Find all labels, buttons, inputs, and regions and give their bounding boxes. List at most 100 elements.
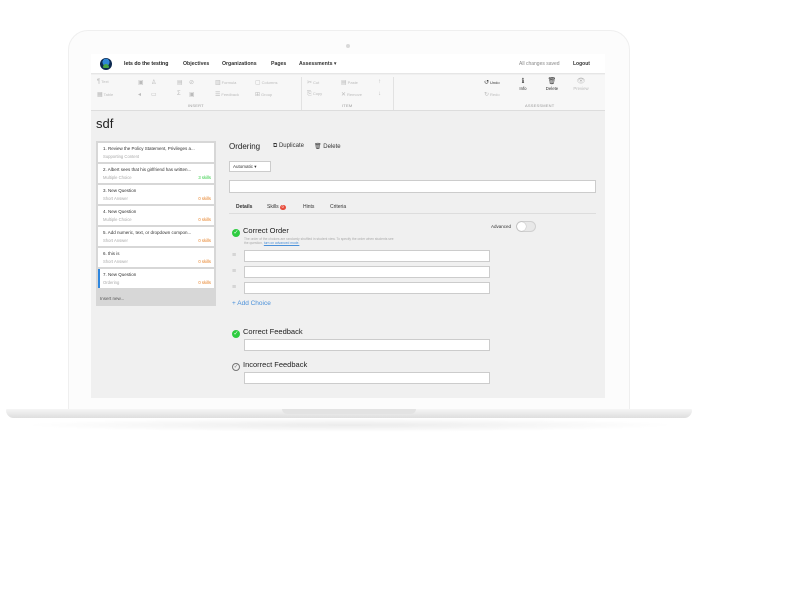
feedback-icon: ☰	[215, 92, 221, 98]
brand-title[interactable]: lets do the testing	[124, 61, 168, 67]
logout-link[interactable]: Logout	[573, 61, 590, 67]
question-type-title: Ordering	[229, 142, 261, 151]
list-item[interactable]: 1. Review the Policy Statement, Privileg…	[98, 143, 214, 162]
undo-icon: ↺	[484, 80, 490, 86]
page-title[interactable]: sdf	[96, 116, 113, 131]
insert-columns[interactable]: ▢Columns	[255, 79, 277, 86]
insert-audio[interactable]: ⊘	[189, 79, 195, 86]
nav-organizations[interactable]: Organizations	[222, 61, 257, 67]
tab-criteria[interactable]: Criteria	[330, 204, 346, 210]
check-outline-icon: ✓	[232, 363, 240, 371]
app-screen: lets do the testing Objectives Organizat…	[91, 54, 605, 398]
list-item[interactable]: 6. this is Short Answer 0 skills	[98, 248, 214, 267]
duplicate-button[interactable]: ⧉ Duplicate	[273, 143, 304, 150]
tab-details[interactable]: Details	[236, 204, 252, 210]
formula-icon: ▥	[215, 80, 221, 86]
advanced-mode-link[interactable]: turn on advanced mode.	[264, 241, 300, 245]
logo-icon[interactable]	[100, 58, 112, 70]
check-circle-icon: ✓	[232, 330, 240, 338]
header-icon: ▣	[138, 80, 144, 86]
skills-count: 0 skills	[198, 259, 211, 264]
redo-icon: ↻	[484, 92, 490, 98]
check-circle-icon: ✓	[232, 229, 240, 237]
drag-handle-icon[interactable]: ≡	[232, 268, 242, 276]
undo-button[interactable]: ↺Undo	[484, 79, 500, 86]
correct-order-heading: ✓ Correct Order	[232, 226, 289, 237]
group-icon: ⊞	[255, 92, 261, 98]
toolbar: ¶Text ▦Table ▣ ♙ ◂ ▭ ▤ ⊘ Σ ▣ ▥Formula ▢C…	[91, 75, 605, 111]
add-choice-button[interactable]: + Add Choice	[232, 300, 271, 307]
correct-feedback-input[interactable]	[244, 339, 490, 351]
choice-input[interactable]	[244, 282, 490, 294]
delete-question-button[interactable]: 🗑 Delete	[314, 143, 341, 150]
insert-feedback[interactable]: ☰Feedback	[215, 91, 239, 98]
arrow-down-icon: ↓	[378, 91, 381, 97]
text-icon: ¶	[97, 79, 101, 85]
insert-formula[interactable]: ▥Formula	[215, 79, 236, 86]
paste-icon: ▤	[341, 80, 347, 86]
insert-paragraph[interactable]: ♙	[151, 79, 157, 86]
choice-input[interactable]	[244, 250, 490, 262]
nav-objectives[interactable]: Objectives	[183, 61, 209, 67]
insert-text[interactable]: ¶Text	[97, 79, 109, 85]
choice-input[interactable]	[244, 266, 490, 278]
group-label-insert: INSERT	[188, 103, 204, 108]
insert-new-link[interactable]: Insert new...	[100, 296, 124, 301]
skills-count: 0 skills	[198, 280, 211, 285]
list-item[interactable]: 3. New Question Short Answer 0 skills	[98, 185, 214, 204]
cut-button[interactable]: ✂Cut	[307, 79, 319, 86]
save-status: All changes saved	[519, 61, 560, 67]
image-icon: ▤	[177, 80, 183, 86]
remove-button[interactable]: ✕Remove	[341, 91, 362, 98]
question-body-input[interactable]	[229, 180, 596, 193]
preview-button[interactable]: 👁 Preview	[571, 78, 591, 91]
nav-assessments[interactable]: Assessments ▾	[299, 61, 337, 67]
delete-assessment-button[interactable]: 🗑 Delete	[543, 78, 561, 91]
link-icon: ▭	[151, 92, 157, 98]
skills-count: 0 skills	[198, 217, 211, 222]
audio-icon: ⊘	[189, 80, 195, 86]
info-button[interactable]: ℹ Info	[516, 78, 530, 91]
tab-skills[interactable]: Skills 0	[267, 204, 286, 210]
shuffle-mode-select[interactable]: Automatic ▾	[229, 161, 271, 172]
list-item[interactable]: 5. Add numeric, text, or dropdown compon…	[98, 227, 214, 246]
incorrect-feedback-heading: ✓ Incorrect Feedback	[232, 360, 308, 371]
insert-group[interactable]: ⊞Group	[255, 91, 272, 98]
insert-header[interactable]: ▣	[138, 79, 145, 86]
drag-handle-icon[interactable]: ≡	[232, 252, 242, 260]
code-icon: ▣	[189, 92, 195, 98]
eye-icon: 👁	[576, 78, 586, 85]
list-item[interactable]: 4. New Question Multiple Choice 0 skills	[98, 206, 214, 225]
tab-hints[interactable]: Hints	[303, 204, 314, 210]
move-up-button[interactable]: ↑	[378, 79, 382, 85]
toggle-knob	[517, 222, 526, 231]
drag-handle-icon[interactable]: ≡	[232, 284, 242, 292]
choice-row: ≡	[232, 266, 590, 278]
skills-count: 0 skills	[198, 196, 211, 201]
toolbar-divider	[393, 77, 394, 110]
insert-code[interactable]: ▣	[189, 91, 196, 98]
copy-button[interactable]: ⎘Copy	[307, 91, 322, 98]
redo-button[interactable]: ↻Redo	[484, 91, 500, 98]
insert-quote[interactable]: ◂	[138, 91, 142, 98]
move-down-button[interactable]: ↓	[378, 91, 382, 97]
toolbar-divider	[301, 77, 302, 110]
advanced-toggle[interactable]	[516, 221, 536, 232]
group-label-item: ITEM	[342, 103, 353, 108]
choice-row: ≡	[232, 250, 590, 262]
remove-icon: ✕	[341, 92, 347, 98]
arrow-up-icon: ↑	[378, 79, 381, 85]
insert-table[interactable]: ▦Table	[97, 91, 113, 98]
insert-link[interactable]: ▭	[151, 91, 158, 98]
insert-video[interactable]: Σ	[177, 91, 182, 97]
list-item[interactable]: 2. Albert sees that his girlfriend has w…	[98, 164, 214, 183]
insert-image[interactable]: ▤	[177, 79, 184, 86]
paste-button[interactable]: ▤Paste	[341, 79, 358, 86]
skills-count: 3 skills	[198, 175, 211, 180]
info-icon: ℹ	[521, 78, 525, 85]
list-item[interactable]: 7. New Question Ordering 0 skills	[98, 269, 214, 288]
paragraph-icon: ♙	[151, 80, 157, 86]
incorrect-feedback-input[interactable]	[244, 372, 490, 384]
advanced-label: Advanced	[491, 224, 512, 229]
nav-pages[interactable]: Pages	[271, 61, 286, 67]
